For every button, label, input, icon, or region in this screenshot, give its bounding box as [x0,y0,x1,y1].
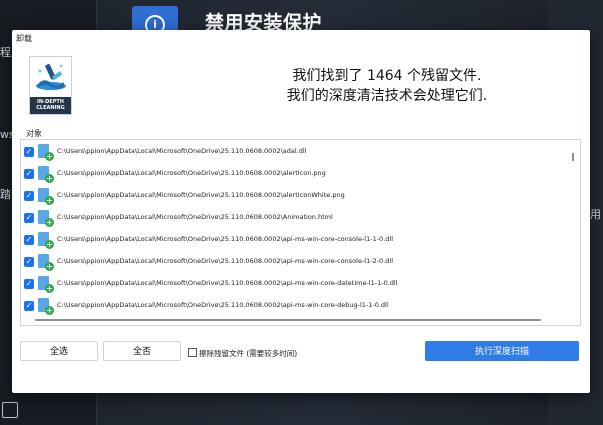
uninstall-dialog: 卸载 IN-DEPTH CLEANING 我们找到了 1464 个残留文件. 我… [12,30,590,393]
erase-leftovers-checkbox[interactable] [188,348,197,357]
file-add-icon: + [37,209,55,227]
erase-leftovers-option[interactable]: 擦除残留文件 (需要较多时间) [188,348,297,359]
vertical-scroll-thumb[interactable] [572,153,574,161]
select-none-button[interactable]: 全否 [103,341,181,361]
file-path: C:\Users\ppion\AppData\Local\Microsoft\O… [57,257,394,265]
item-checkbox[interactable]: ✓ [24,279,34,289]
file-add-icon: + [37,165,55,183]
file-add-icon: + [37,143,55,161]
file-add-icon: + [37,275,55,293]
cleaning-icon [30,57,71,97]
in-depth-cleaning-badge: IN-DEPTH CLEANING [29,56,72,115]
deep-scan-button[interactable]: 执行深度扫描 [425,341,579,361]
file-add-icon: + [37,253,55,271]
item-checkbox[interactable]: ✓ [24,301,34,311]
headline-line-2: 我们的深度清洁技术会处理它们. [286,88,488,104]
file-path: C:\Users\ppion\AppData\Local\Microsoft\O… [57,235,394,243]
item-checkbox[interactable]: ✓ [24,191,34,201]
file-path: C:\Users\ppion\AppData\Local\Microsoft\O… [57,191,345,199]
horizontal-scrollbar[interactable] [21,314,569,324]
file-add-icon: + [37,231,55,249]
item-checkbox[interactable]: ✓ [24,213,34,223]
list-item[interactable]: ✓ + C:\Users\ppion\AppData\Local\Microso… [21,185,561,207]
list-column-header: 对象 [26,129,42,138]
select-all-button[interactable]: 全选 [20,341,98,361]
item-checkbox[interactable]: ✓ [24,169,34,179]
background-right-label: 用 [590,208,601,221]
file-add-icon: + [37,187,55,205]
vertical-scrollbar[interactable] [569,140,579,325]
file-path: C:\Users\ppion\AppData\Local\Microsoft\O… [57,169,326,177]
item-checkbox[interactable]: ✓ [24,235,34,245]
leftover-file-list[interactable]: ✓ + C:\Users\ppion\AppData\Local\Microso… [20,139,581,326]
erase-leftovers-label: 擦除残留文件 (需要较多时间) [199,349,298,358]
badge-label: IN-DEPTH CLEANING [30,97,71,114]
file-path: C:\Users\ppion\AppData\Local\Microsoft\O… [57,213,333,221]
list-item[interactable]: ✓ + C:\Users\ppion\AppData\Local\Microso… [21,229,561,251]
list-item[interactable]: ✓ + C:\Users\ppion\AppData\Local\Microso… [21,141,561,163]
headline-line-1: 我们找到了 1464 个残留文件. [292,68,482,84]
item-checkbox[interactable]: ✓ [24,257,34,267]
background-sidebar-item[interactable]: 踏 [0,186,11,202]
list-item[interactable]: ✓ + C:\Users\ppion\AppData\Local\Microso… [21,273,561,295]
list-item[interactable]: ✓ + C:\Users\ppion\AppData\Local\Microso… [21,163,561,185]
list-item[interactable]: ✓ + C:\Users\ppion\AppData\Local\Microso… [21,251,561,273]
dialog-title: 卸载 [16,34,32,43]
file-add-icon: + [37,297,55,315]
background-square-icon [2,402,18,418]
file-path: C:\Users\ppion\AppData\Local\Microsoft\O… [57,279,398,287]
result-headline: 我们找到了 1464 个残留文件. 我们的深度清洁技术会处理它们. [227,66,547,106]
file-path: C:\Users\ppion\AppData\Local\Microsoft\O… [57,301,389,309]
horizontal-scroll-thumb[interactable] [35,319,541,321]
list-item[interactable]: ✓ + C:\Users\ppion\AppData\Local\Microso… [21,207,561,229]
file-path: C:\Users\ppion\AppData\Local\Microsoft\O… [57,147,307,155]
item-checkbox[interactable]: ✓ [24,147,34,157]
